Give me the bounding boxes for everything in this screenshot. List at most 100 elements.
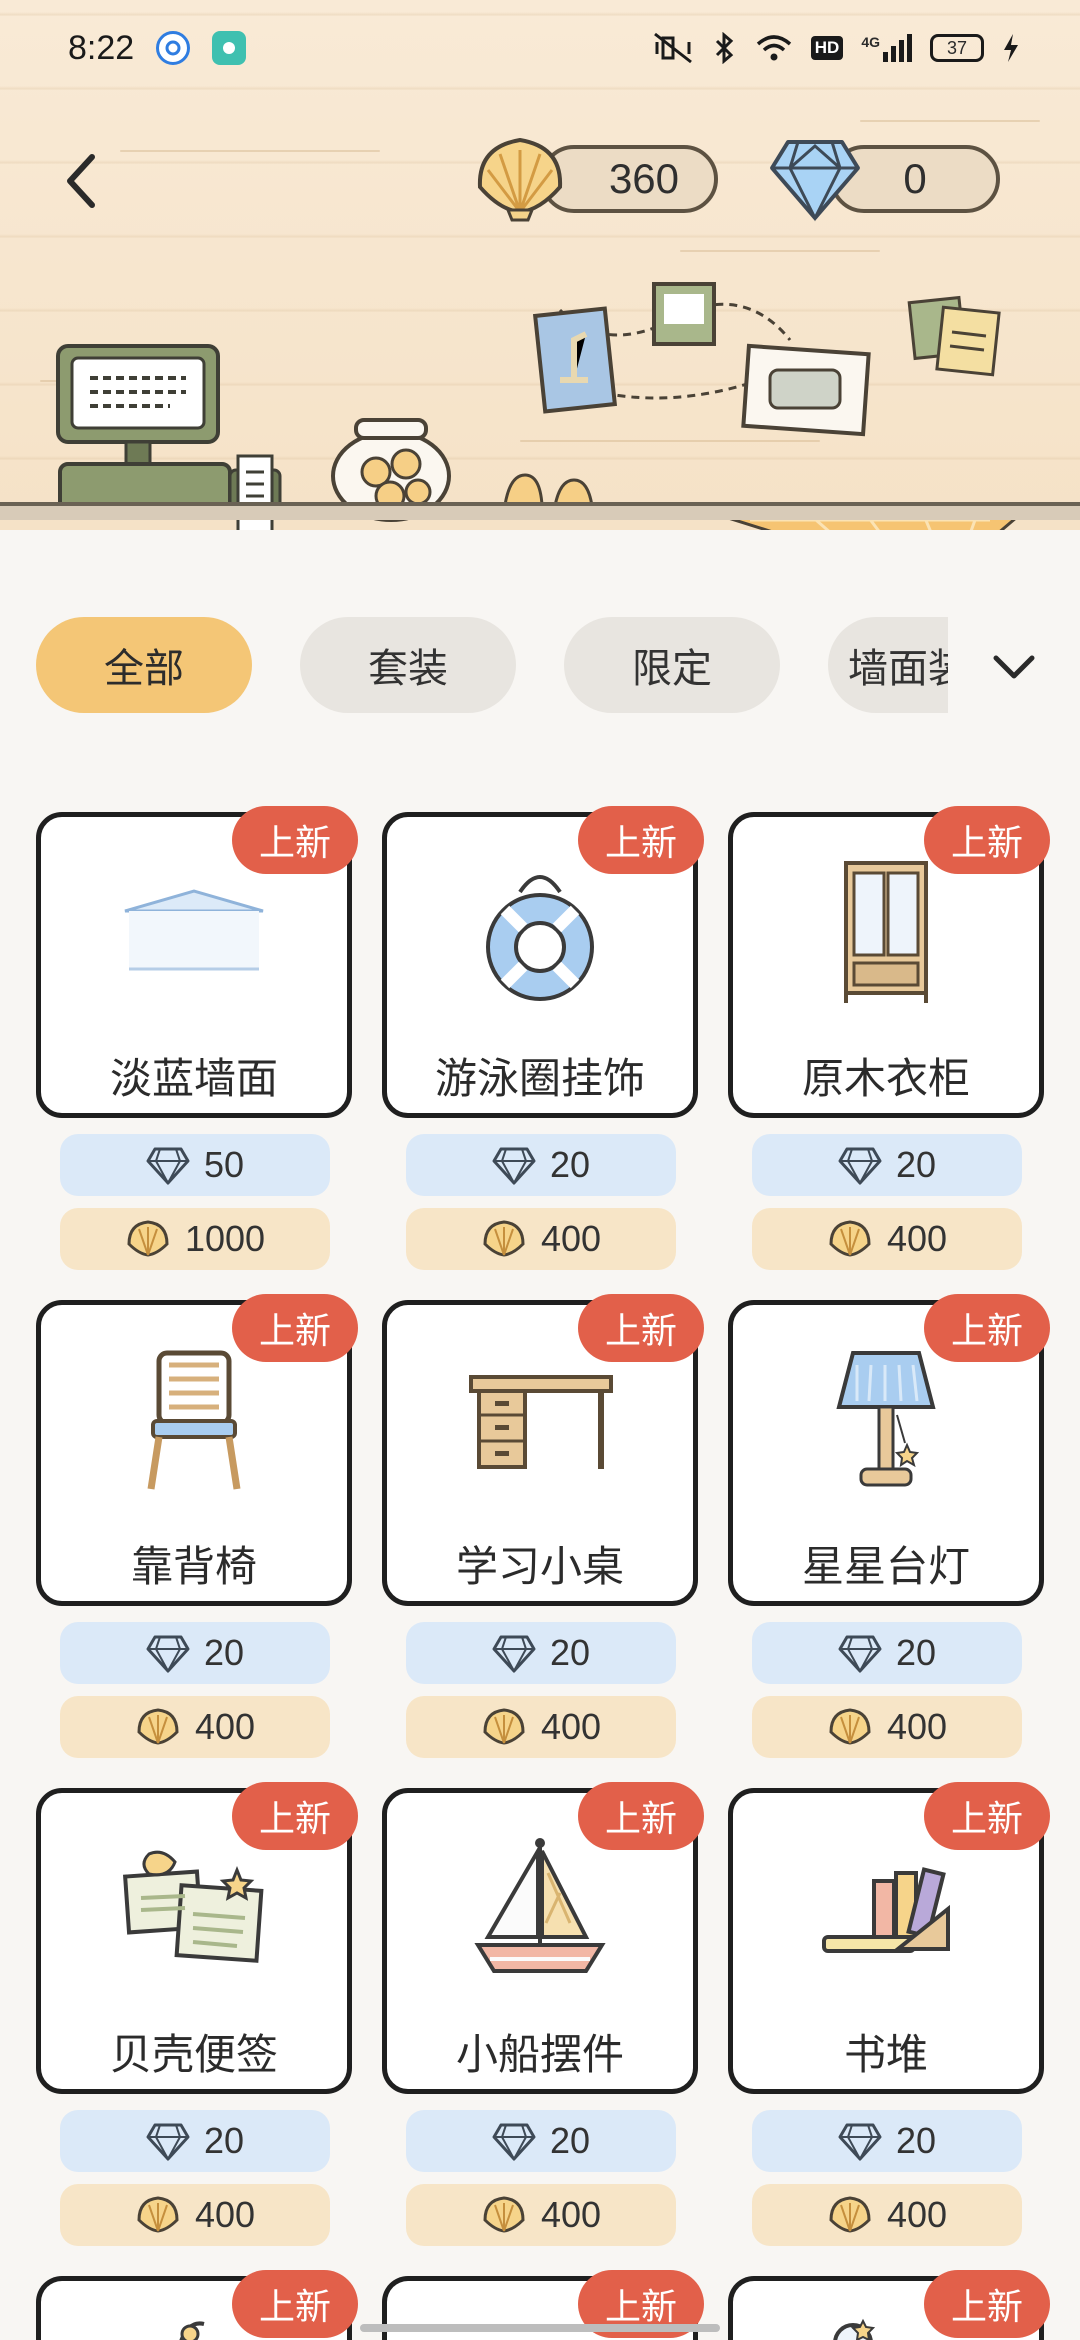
item-name: 书堆 bbox=[843, 2030, 928, 2079]
shell-price-value: 400 bbox=[540, 2194, 602, 2235]
shell-price-value: 400 bbox=[194, 2194, 256, 2235]
diamond-price[interactable]: 20 bbox=[60, 2110, 330, 2172]
sailboat-icon bbox=[387, 1833, 693, 1983]
item-card[interactable]: 贝壳便签 上新 20 400 bbox=[36, 1782, 358, 2276]
diamond-icon bbox=[770, 140, 860, 222]
network-type: 4G bbox=[861, 34, 880, 50]
shell-price-value: 1000 bbox=[184, 1218, 266, 1259]
shell-icon bbox=[127, 1220, 169, 1257]
diamond-price-value: 20 bbox=[895, 2120, 937, 2161]
new-badge: 上新 bbox=[924, 1782, 1050, 1850]
shell-price-value: 400 bbox=[194, 1706, 256, 1747]
diamond-price[interactable]: 20 bbox=[752, 2110, 1022, 2172]
new-badge: 上新 bbox=[578, 1294, 704, 1362]
diamond-price-value: 20 bbox=[549, 1144, 591, 1185]
diamond-icon bbox=[146, 1635, 190, 1673]
back-button[interactable] bbox=[52, 146, 112, 216]
item-card[interactable]: 淡蓝墙面 上新 50 1000 bbox=[36, 806, 358, 1300]
diamond-price[interactable]: 20 bbox=[60, 1622, 330, 1684]
shelf bbox=[0, 502, 1080, 520]
item-card[interactable]: 上新 bbox=[728, 2270, 1050, 2340]
wifi-icon bbox=[756, 35, 791, 61]
shell-price[interactable]: 400 bbox=[60, 2184, 330, 2246]
chevron-left-icon bbox=[67, 154, 95, 208]
shell-icon bbox=[137, 1708, 179, 1745]
item-name: 原木衣柜 bbox=[801, 1054, 970, 1103]
shop-header: 8:22 HD 4G 37 360 0 bbox=[0, 0, 1080, 530]
chair-icon bbox=[41, 1345, 347, 1495]
item-name: 小船摆件 bbox=[455, 2030, 624, 2079]
signal-icon: 4G bbox=[861, 34, 912, 62]
notes-illustration bbox=[907, 295, 1001, 377]
wood-grain bbox=[860, 120, 1040, 122]
shell-icon bbox=[829, 1708, 871, 1745]
shell-price[interactable]: 400 bbox=[752, 1696, 1022, 1758]
shell-icon bbox=[829, 1220, 871, 1257]
shell-icon bbox=[483, 2196, 525, 2233]
item-card[interactable]: 小船摆件 上新 20 400 bbox=[382, 1782, 704, 2276]
item-card[interactable]: 原木衣柜 上新 20 400 bbox=[728, 806, 1050, 1300]
item-card[interactable]: 游泳圈挂饰 上新 20 400 bbox=[382, 806, 704, 1300]
diamond-icon bbox=[146, 1147, 190, 1185]
diamond-icon bbox=[492, 1635, 536, 1673]
diamond-price-value: 20 bbox=[203, 2120, 245, 2161]
shell-price[interactable]: 400 bbox=[752, 1208, 1022, 1270]
diamond-icon bbox=[838, 2123, 882, 2161]
item-name: 淡蓝墙面 bbox=[109, 1054, 278, 1103]
memo-icon bbox=[41, 1833, 347, 1983]
shell-price[interactable]: 400 bbox=[406, 1208, 676, 1270]
item-card[interactable]: 学习小桌 上新 20 400 bbox=[382, 1294, 704, 1788]
item-card[interactable]: 书堆 上新 20 400 bbox=[728, 1782, 1050, 2276]
diamond-price[interactable]: 20 bbox=[752, 1622, 1022, 1684]
diamond-icon bbox=[838, 1635, 882, 1673]
item-name: 星星台灯 bbox=[801, 1542, 970, 1591]
diamond-price[interactable]: 50 bbox=[60, 1134, 330, 1196]
item-name: 贝壳便签 bbox=[109, 2030, 278, 2079]
expand-tabs-button[interactable] bbox=[986, 640, 1042, 696]
item-card[interactable]: 靠背椅 上新 20 400 bbox=[36, 1294, 358, 1788]
new-badge: 上新 bbox=[924, 2270, 1050, 2338]
diamond-icon bbox=[492, 1147, 536, 1185]
diamond-price[interactable]: 20 bbox=[752, 1134, 1022, 1196]
chevron-down-icon bbox=[993, 655, 1035, 679]
wood-grain bbox=[680, 250, 880, 252]
home-indicator[interactable] bbox=[360, 2324, 720, 2332]
battery-indicator: 37 bbox=[930, 34, 984, 62]
status-icons: HD 4G 37 bbox=[651, 32, 1020, 64]
new-badge: 上新 bbox=[232, 806, 358, 874]
tab-set[interactable]: 套装 bbox=[300, 617, 516, 713]
tab-all[interactable]: 全部 bbox=[36, 617, 252, 713]
wood-grain bbox=[120, 150, 380, 152]
shell-price[interactable]: 1000 bbox=[60, 1208, 330, 1270]
shell-icon bbox=[483, 1708, 525, 1745]
category-tabs: 全部 套装 限定 墙面装 bbox=[36, 617, 952, 715]
diamond-price[interactable]: 20 bbox=[406, 1622, 676, 1684]
diamond-price-value: 50 bbox=[203, 1144, 245, 1185]
new-badge: 上新 bbox=[578, 806, 704, 874]
shell-price[interactable]: 400 bbox=[406, 2184, 676, 2246]
new-badge: 上新 bbox=[232, 1294, 358, 1362]
tab-wall[interactable]: 墙面装 bbox=[828, 617, 948, 713]
wardrobe-icon bbox=[733, 857, 1039, 1007]
diamond-icon bbox=[492, 2123, 536, 2161]
shell-price[interactable]: 400 bbox=[752, 2184, 1022, 2246]
hd-indicator: HD bbox=[810, 36, 844, 60]
shell-price[interactable]: 400 bbox=[60, 1696, 330, 1758]
desk-icon bbox=[387, 1345, 693, 1495]
new-badge: 上新 bbox=[232, 2270, 358, 2338]
status-bar: 8:22 HD 4G 37 bbox=[0, 0, 1080, 96]
shell-price[interactable]: 400 bbox=[406, 1696, 676, 1758]
shell-price-value: 400 bbox=[886, 2194, 948, 2235]
status-time: 8:22 bbox=[68, 28, 135, 67]
tab-limited[interactable]: 限定 bbox=[564, 617, 780, 713]
lamp-icon bbox=[733, 1345, 1039, 1495]
diamond-balance-value: 0 bbox=[903, 155, 927, 202]
diamond-price[interactable]: 20 bbox=[406, 2110, 676, 2172]
item-card[interactable]: 上新 bbox=[36, 2270, 358, 2340]
diamond-price[interactable]: 20 bbox=[406, 1134, 676, 1196]
new-badge: 上新 bbox=[924, 806, 1050, 874]
item-card[interactable]: 星星台灯 上新 20 400 bbox=[728, 1294, 1050, 1788]
item-name: 靠背椅 bbox=[130, 1542, 257, 1591]
shell-icon bbox=[477, 137, 563, 222]
shell-icon bbox=[829, 2196, 871, 2233]
